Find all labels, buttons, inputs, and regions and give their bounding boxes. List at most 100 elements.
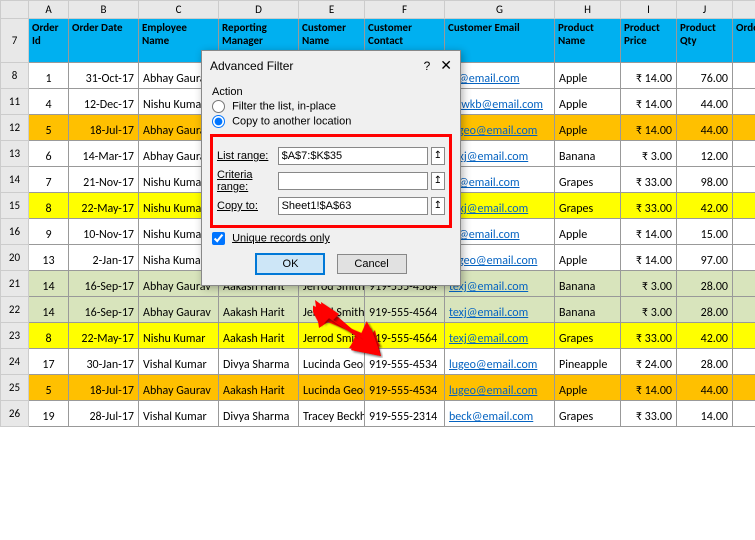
cell-I[interactable]: ₹ 33.00 xyxy=(621,167,677,193)
list-range-input[interactable] xyxy=(278,147,428,165)
cell-I[interactable]: ₹ 33.00 xyxy=(621,193,677,219)
cell-H[interactable]: Banana xyxy=(555,297,621,323)
cell-I[interactable]: ₹ 14.00 xyxy=(621,89,677,115)
cell-K[interactable]: ₹ 36.00 xyxy=(733,141,755,167)
cell-I[interactable]: ₹ 14.00 xyxy=(621,219,677,245)
cell-I[interactable]: ₹ 24.00 xyxy=(621,349,677,375)
cell-B[interactable]: 2-Jan-17 xyxy=(69,245,139,271)
cell-A[interactable]: 4 xyxy=(29,89,69,115)
cell-B[interactable]: 18-Jul-17 xyxy=(69,375,139,401)
cell-A[interactable]: 13 xyxy=(29,245,69,271)
col-I[interactable]: I xyxy=(621,1,677,19)
row-hdr-11[interactable]: 11 xyxy=(1,89,29,115)
cell-G[interactable]: newkb@email.com xyxy=(445,89,555,115)
row-hdr-13[interactable]: 13 xyxy=(1,141,29,167)
col-F[interactable]: F xyxy=(365,1,445,19)
cell-E[interactable]: Tracey Beckham xyxy=(299,401,365,427)
cell-A[interactable]: 19 xyxy=(29,401,69,427)
cell-H[interactable]: Apple xyxy=(555,375,621,401)
row-hdr-14[interactable]: 14 xyxy=(1,167,29,193)
cell-J[interactable]: 15.00 xyxy=(677,219,733,245)
cell-G[interactable]: lo@email.com xyxy=(445,219,555,245)
cell-B[interactable]: 31-Oct-17 xyxy=(69,63,139,89)
cell-H[interactable]: Apple xyxy=(555,219,621,245)
cell-K[interactable]: ₹ 616.00 xyxy=(733,89,755,115)
cell-G[interactable]: lugeo@email.com xyxy=(445,349,555,375)
cell-F[interactable]: 919-555-4564 xyxy=(365,297,445,323)
cell-I[interactable]: ₹ 3.00 xyxy=(621,297,677,323)
cell-D[interactable]: Aakash Harit xyxy=(219,297,299,323)
cell-H[interactable]: Apple xyxy=(555,245,621,271)
cell-H[interactable]: Apple xyxy=(555,89,621,115)
close-icon[interactable]: ✕ xyxy=(440,57,452,74)
col-H[interactable]: H xyxy=(555,1,621,19)
cell-C[interactable]: Vishal Kumar xyxy=(139,349,219,375)
cell-I[interactable]: ₹ 33.00 xyxy=(621,401,677,427)
row-hdr-7[interactable]: 7 xyxy=(1,19,29,63)
radio-copy-another[interactable]: Copy to another location xyxy=(212,115,450,128)
cell-D[interactable]: Aakash Harit xyxy=(219,375,299,401)
cell-K[interactable]: ₹ 1,386.00 xyxy=(733,323,755,349)
cell-B[interactable]: 30-Jan-17 xyxy=(69,349,139,375)
cell-E[interactable]: Jerrod Smith xyxy=(299,323,365,349)
row-hdr-15[interactable]: 15 xyxy=(1,193,29,219)
cell-I[interactable]: ₹ 3.00 xyxy=(621,271,677,297)
col-E[interactable]: E xyxy=(299,1,365,19)
cell-C[interactable]: Abhay Gaurav xyxy=(139,297,219,323)
cell-K[interactable]: ₹ 84.00 xyxy=(733,271,755,297)
cell-B[interactable]: 12-Dec-17 xyxy=(69,89,139,115)
cell-B[interactable]: 28-Jul-17 xyxy=(69,401,139,427)
cell-F[interactable]: 919-555-2314 xyxy=(365,401,445,427)
row-hdr-21[interactable]: 21 xyxy=(1,271,29,297)
cell-K[interactable]: ₹ 1,358.00 xyxy=(733,245,755,271)
cell-J[interactable]: 76.00 xyxy=(677,63,733,89)
cell-K[interactable]: ₹ 616.00 xyxy=(733,115,755,141)
hdr-product-name[interactable]: Product Name xyxy=(555,19,621,63)
copy-to-input[interactable] xyxy=(278,197,428,215)
row-hdr-24[interactable]: 24 xyxy=(1,349,29,375)
cell-E[interactable]: Lucinda George xyxy=(299,349,365,375)
cell-D[interactable]: Aakash Harit xyxy=(219,323,299,349)
cell-K[interactable]: ₹ 1,386.00 xyxy=(733,193,755,219)
cell-H[interactable]: Banana xyxy=(555,271,621,297)
cell-A[interactable]: 5 xyxy=(29,375,69,401)
cell-B[interactable]: 10-Nov-17 xyxy=(69,219,139,245)
cell-J[interactable]: 42.00 xyxy=(677,323,733,349)
cell-A[interactable]: 8 xyxy=(29,323,69,349)
hdr-order-total[interactable]: Order Total xyxy=(733,19,755,63)
cell-E[interactable]: Lucinda George xyxy=(299,375,365,401)
hdr-customer-email[interactable]: Customer Email xyxy=(445,19,555,63)
cell-G[interactable]: lo@email.com xyxy=(445,63,555,89)
cell-C[interactable]: Abhay Gaurav xyxy=(139,375,219,401)
cell-F[interactable]: 919-555-4534 xyxy=(365,349,445,375)
cell-B[interactable]: 16-Sep-17 xyxy=(69,297,139,323)
col-K[interactable]: K xyxy=(733,1,755,19)
row-hdr-26[interactable]: 26 xyxy=(1,401,29,427)
cell-G[interactable]: texj@email.com xyxy=(445,141,555,167)
cell-C[interactable]: Nishu Kumar xyxy=(139,323,219,349)
cell-A[interactable]: 5 xyxy=(29,115,69,141)
cell-I[interactable]: ₹ 14.00 xyxy=(621,63,677,89)
cell-K[interactable]: ₹ 210.00 xyxy=(733,219,755,245)
criteria-range-input[interactable] xyxy=(278,172,428,190)
corner-cell[interactable] xyxy=(1,1,29,19)
unique-records-checkbox[interactable]: Unique records only xyxy=(212,232,450,245)
row-hdr-20[interactable]: 20 xyxy=(1,245,29,271)
cell-A[interactable]: 17 xyxy=(29,349,69,375)
cell-J[interactable]: 12.00 xyxy=(677,141,733,167)
cell-K[interactable]: ₹ 84.00 xyxy=(733,297,755,323)
cell-G[interactable]: lo@email.com xyxy=(445,167,555,193)
cell-F[interactable]: 919-555-4534 xyxy=(365,375,445,401)
criteria-range-picker-icon[interactable]: ↥ xyxy=(431,172,445,190)
hdr-order-date[interactable]: Order Date xyxy=(69,19,139,63)
cell-J[interactable]: 97.00 xyxy=(677,245,733,271)
cell-E[interactable]: Jerrod Smith xyxy=(299,297,365,323)
row-hdr-23[interactable]: 23 xyxy=(1,323,29,349)
cell-A[interactable]: 6 xyxy=(29,141,69,167)
cell-I[interactable]: ₹ 3.00 xyxy=(621,141,677,167)
radio-filter-in-place[interactable]: Filter the list, in-place xyxy=(212,100,450,113)
cell-K[interactable]: ₹ 3,234.00 xyxy=(733,167,755,193)
cell-H[interactable]: Grapes xyxy=(555,167,621,193)
cell-I[interactable]: ₹ 14.00 xyxy=(621,115,677,141)
radio-filter-in-place-input[interactable] xyxy=(212,100,225,113)
